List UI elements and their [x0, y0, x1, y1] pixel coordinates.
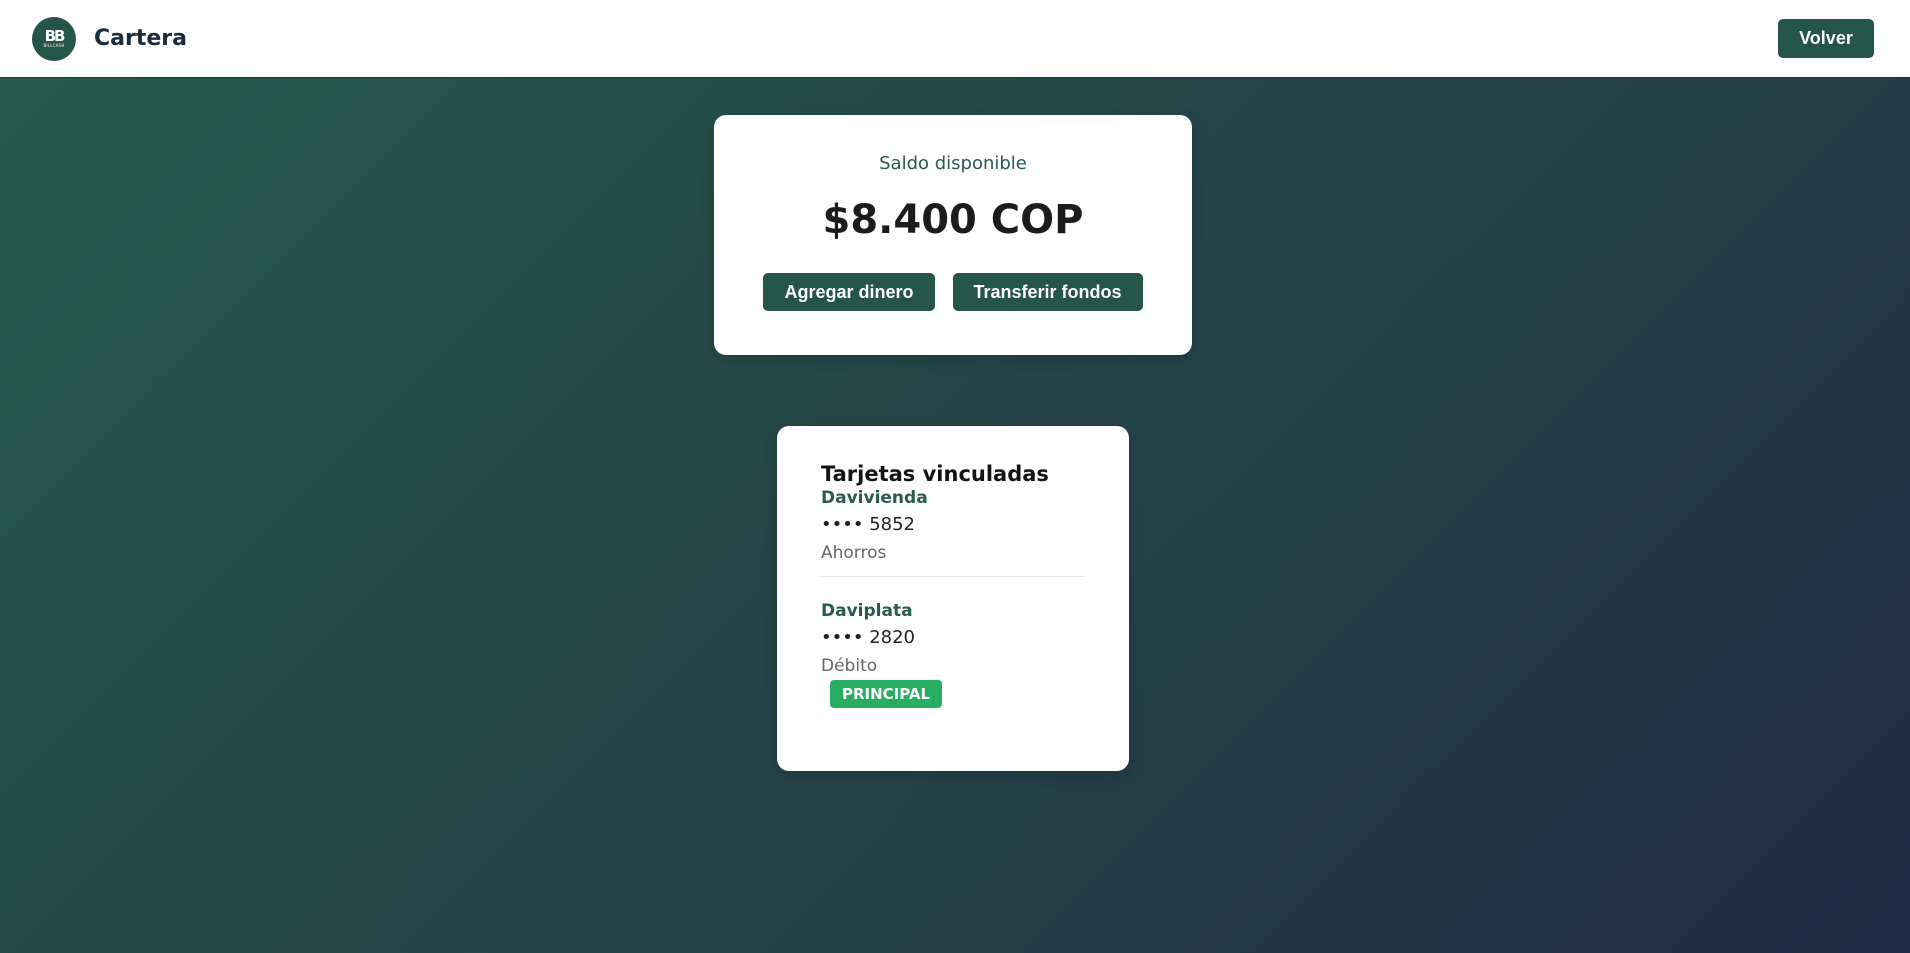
- linked-card-item[interactable]: Daviplata •••• 2820 Débito PRINCIPAL: [821, 577, 1085, 708]
- logo-mark: BB: [44, 27, 66, 45]
- card-masked-number: •••• 5852: [821, 514, 915, 535]
- card-masked-number: •••• 2820: [821, 627, 915, 648]
- card-bank-name: Davivienda: [821, 488, 928, 508]
- add-money-button[interactable]: Agregar dinero: [763, 273, 935, 311]
- linked-cards-title: Tarjetas vinculadas: [821, 462, 1049, 486]
- balance-actions: Agregar dinero Transferir fondos: [714, 273, 1192, 311]
- logo-subtext: BILLCASH: [43, 43, 65, 48]
- transfer-funds-button[interactable]: Transferir fondos: [952, 273, 1143, 311]
- page-title: Cartera: [94, 26, 187, 51]
- card-bank-name: Daviplata: [821, 601, 913, 621]
- principal-badge: PRINCIPAL: [830, 680, 943, 708]
- linked-cards-panel: Tarjetas vinculadas Davivienda •••• 5852…: [777, 426, 1129, 771]
- card-account-type: Débito: [821, 656, 878, 676]
- back-button[interactable]: Volver: [1778, 19, 1874, 58]
- app-logo[interactable]: BB BILLCASH: [32, 16, 76, 61]
- top-bar: BB BILLCASH Cartera Volver: [0, 0, 1910, 78]
- card-account-type: Ahorros: [821, 543, 887, 563]
- balance-amount: $8.400 COP: [822, 197, 1084, 243]
- linked-card-item[interactable]: Davivienda •••• 5852 Ahorros: [821, 486, 1085, 577]
- balance-label: Saldo disponible: [879, 153, 1027, 174]
- balance-card: Saldo disponible $8.400 COP Agregar dine…: [714, 115, 1192, 355]
